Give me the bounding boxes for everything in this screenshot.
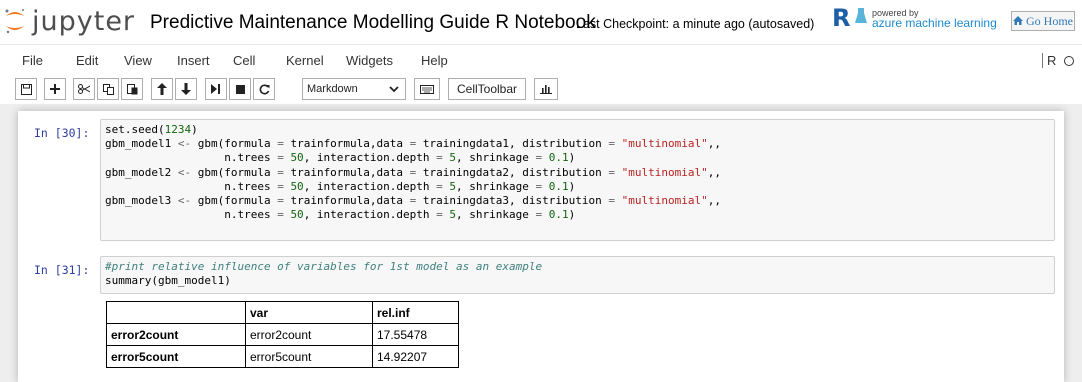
notebook-title[interactable]: Predictive Maintenance Modelling Guide R… bbox=[150, 12, 596, 34]
r-logo-icon: R bbox=[832, 4, 851, 32]
paste-button[interactable] bbox=[121, 78, 143, 100]
jupyter-logo[interactable]: jupyter bbox=[4, 5, 136, 37]
arrow-down-icon bbox=[181, 83, 191, 95]
code-line: n.trees = 50, interaction.depth = 5, shr… bbox=[105, 151, 576, 165]
code-cell-input[interactable]: set.seed(1234) gbm_model1 <- gbm(formula … bbox=[100, 119, 1055, 241]
code-line: n.trees = 50, interaction.depth = 5, shr… bbox=[105, 179, 576, 193]
insert-cell-button[interactable] bbox=[44, 78, 66, 100]
stop-icon bbox=[235, 84, 245, 94]
move-down-button[interactable] bbox=[175, 78, 197, 100]
go-home-label: Go Home bbox=[1026, 13, 1073, 28]
menu-view[interactable]: View bbox=[124, 53, 152, 68]
table-header: var bbox=[245, 301, 373, 324]
table-header-row: var rel.inf bbox=[106, 301, 459, 324]
arrow-up-icon bbox=[157, 83, 167, 95]
menu-kernel[interactable]: Kernel bbox=[286, 53, 324, 68]
table-row: error5count error5count 14.92207 bbox=[106, 345, 459, 368]
chevron-down-icon bbox=[389, 84, 399, 97]
menu-cell[interactable]: Cell bbox=[233, 53, 255, 68]
cut-button[interactable] bbox=[73, 78, 95, 100]
code-line: summary(gbm_model1) bbox=[105, 274, 231, 288]
menu-widgets[interactable]: Widgets bbox=[346, 53, 393, 68]
copy-button[interactable] bbox=[97, 78, 119, 100]
table-row: error2count error2count 17.55478 bbox=[106, 323, 459, 346]
notebook-container: In [30]: set.seed(1234) gbm_model1 <- gbm… bbox=[18, 111, 1064, 382]
step-forward-icon bbox=[211, 84, 220, 94]
refresh-icon bbox=[259, 83, 269, 94]
menu-bar: File Edit View Insert Cell Kernel Widget… bbox=[0, 44, 1082, 75]
checkpoint-status: Last Checkpoint: a minute ago (autosaved… bbox=[576, 17, 815, 31]
table-cell: 14.92207 bbox=[372, 345, 459, 368]
output-table: var rel.inf error2count error2count 17.5… bbox=[106, 301, 459, 368]
row-name: error5count bbox=[106, 345, 246, 368]
keyboard-icon bbox=[420, 84, 434, 94]
code-cell-input[interactable]: #print relative influence of variables f… bbox=[100, 256, 1055, 294]
command-palette-button[interactable] bbox=[414, 78, 440, 100]
celltoolbar-button[interactable]: CellToolbar bbox=[448, 78, 526, 100]
menu-help[interactable]: Help bbox=[421, 53, 448, 68]
cell-type-select[interactable]: Markdown bbox=[302, 78, 406, 100]
cell-prompt: In [30]: bbox=[34, 126, 90, 140]
code-line: set.seed(1234) bbox=[105, 123, 198, 136]
paste-icon bbox=[126, 84, 137, 95]
code-line: n.trees = 50, interaction.depth = 5, shr… bbox=[105, 208, 576, 222]
header: jupyter Predictive Maintenance Modelling… bbox=[0, 0, 1082, 104]
table-header bbox=[106, 301, 246, 324]
menu-edit[interactable]: Edit bbox=[76, 53, 98, 68]
code-line: gbm_model3 <- gbm(formula = trainformula… bbox=[105, 194, 721, 208]
jupyter-logo-icon bbox=[4, 7, 26, 35]
plus-icon bbox=[50, 84, 60, 94]
move-up-button[interactable] bbox=[151, 78, 173, 100]
row-name: error2count bbox=[106, 323, 246, 346]
kernel-indicator: R bbox=[1042, 53, 1075, 68]
kernel-idle-icon bbox=[1064, 56, 1075, 66]
copy-icon bbox=[102, 83, 114, 95]
chart-button[interactable] bbox=[534, 78, 558, 100]
bar-chart-icon bbox=[540, 85, 552, 94]
table-cell: error5count bbox=[245, 345, 373, 368]
cell-prompt: In [31]: bbox=[34, 263, 90, 277]
scissors-icon bbox=[78, 84, 90, 94]
save-icon bbox=[20, 83, 32, 95]
code-line: #print relative influence of variables f… bbox=[105, 260, 543, 273]
home-icon bbox=[1013, 14, 1023, 29]
azure-ml-label: azure machine learning bbox=[872, 16, 997, 30]
interrupt-button[interactable] bbox=[229, 78, 251, 100]
azure-ml-badge: R powered by azure machine learning bbox=[832, 4, 997, 32]
code-line: gbm_model2 <- gbm(formula = trainformula… bbox=[105, 165, 721, 179]
cell-type-value: Markdown bbox=[307, 83, 358, 95]
go-home-button[interactable]: Go Home bbox=[1011, 11, 1075, 31]
run-button[interactable] bbox=[205, 78, 227, 100]
restart-button[interactable] bbox=[253, 78, 275, 100]
menu-file[interactable]: File bbox=[22, 53, 43, 68]
save-button[interactable] bbox=[15, 78, 37, 100]
kernel-name: R bbox=[1047, 53, 1057, 68]
toolbar: Markdown CellToolbar bbox=[0, 76, 1082, 104]
menu-insert[interactable]: Insert bbox=[177, 53, 210, 68]
flask-icon bbox=[854, 7, 868, 30]
code-line: gbm_model1 <- gbm(formula = trainformula… bbox=[105, 137, 721, 151]
table-cell: error2count bbox=[245, 323, 373, 346]
table-header: rel.inf bbox=[372, 301, 459, 324]
table-cell: 17.55478 bbox=[372, 323, 459, 346]
jupyter-wordmark: jupyter bbox=[32, 5, 136, 37]
